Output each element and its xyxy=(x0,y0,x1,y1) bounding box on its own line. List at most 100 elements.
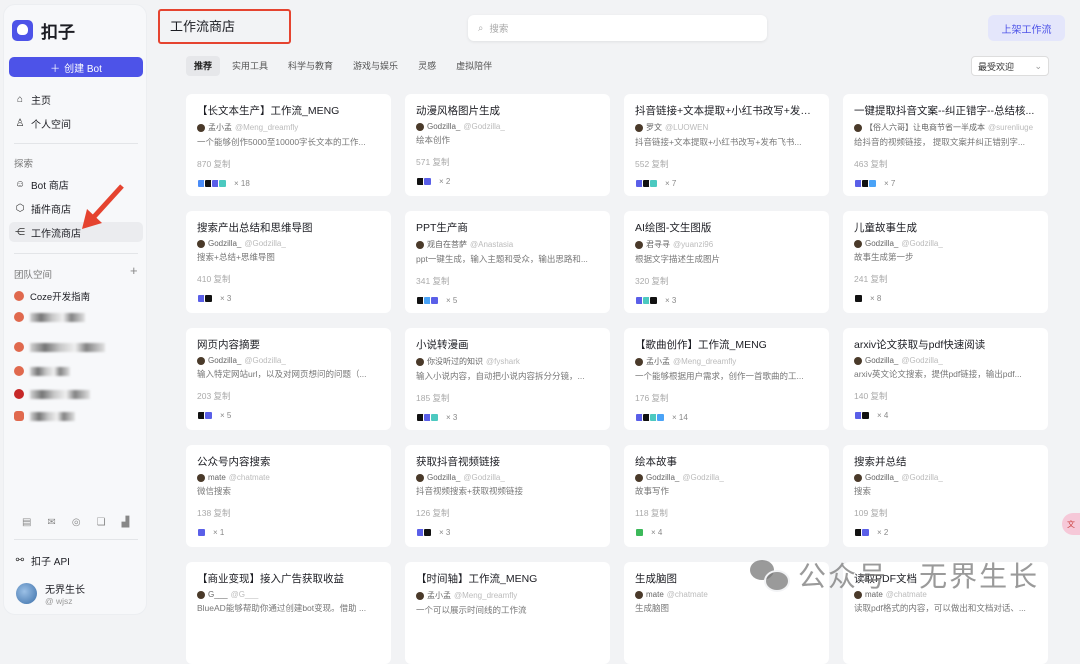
tool-icon xyxy=(649,296,658,305)
team-item-blurred[interactable] xyxy=(14,366,70,376)
team-item[interactable]: Coze开发指南 xyxy=(14,289,90,303)
tab-0[interactable]: 推荐 xyxy=(186,56,221,76)
author-handle: @Godzilla_ xyxy=(901,473,943,482)
workflow-card[interactable]: 网页内容摘要 Godzilla_ @Godzilla_ 输入特定网站url，以及对… xyxy=(186,328,391,430)
api-link[interactable]: ⚯ 扣子 API xyxy=(9,550,143,570)
annotation-arrow-icon xyxy=(82,184,124,229)
tool-list: × 3 xyxy=(197,294,380,303)
workflow-card[interactable]: 【时间轴】工作流_MENG 孟小孟 @Meng_dreamfly 一个可以展示时间… xyxy=(405,562,610,664)
search-input[interactable]: ⌕ 搜索 xyxy=(468,15,767,41)
sidebar-item-label: 个人空间 xyxy=(31,119,71,131)
tool-count: × 4 xyxy=(877,411,889,420)
card-title: 搜索并总结 xyxy=(854,456,907,468)
divider xyxy=(14,253,138,254)
team-item-blurred[interactable] xyxy=(14,342,105,352)
tool-list: × 2 xyxy=(416,177,599,186)
chat-icon[interactable]: ◎ xyxy=(72,517,81,528)
team-item-blurred[interactable] xyxy=(14,312,85,322)
card-description: 故事生成第一步 xyxy=(854,252,914,262)
card-title: 【时间轴】工作流_MENG xyxy=(416,573,538,585)
tool-icon xyxy=(656,413,665,422)
author-avatar xyxy=(635,240,643,249)
team-icon xyxy=(14,312,24,322)
workflow-card[interactable]: PPT生产商 观自在菩萨 @Anastasia ppt一键生成，输入主题和受众，输… xyxy=(405,211,610,313)
blurred-label xyxy=(30,312,85,322)
publish-workflow-button[interactable]: 上架工作流 xyxy=(988,15,1065,41)
sidebar: 扣子 ＋创建 Bot ⌂ 主页 ♙ 个人空间 探索 ☺ Bot 商店 ⬡ 插件商店 ⋲ 工… xyxy=(3,4,147,615)
tab-3[interactable]: 游戏与娱乐 xyxy=(345,56,406,76)
workflow-card[interactable]: 一键提取抖音文案--纠正错字--总结核... 【俗人六哥】让电商节省一半成本 @s… xyxy=(843,94,1048,196)
tab-1[interactable]: 实用工具 xyxy=(224,56,276,76)
author-handle: @Meng_dreamfly xyxy=(454,591,518,600)
community-icon[interactable]: ❏ xyxy=(97,517,106,528)
sidebar-item-label: Bot 商店 xyxy=(31,180,69,192)
copy-count: 185 复制 xyxy=(416,393,450,403)
card-description: 搜索+总结+思维导图 xyxy=(197,252,275,262)
workflow-card[interactable]: 搜索产出总结和思维导图 Godzilla_ @Godzilla_ 搜索+总结+思维… xyxy=(186,211,391,313)
tool-list: × 14 xyxy=(635,413,818,422)
workflow-card[interactable]: 绘本故事 Godzilla_ @Godzilla_ 故事写作 118 复制 × 4 xyxy=(624,445,829,547)
team-item-blurred[interactable] xyxy=(14,389,90,399)
team-item-blurred[interactable] xyxy=(14,411,75,421)
sidebar-item-home[interactable]: ⌂ 主页 xyxy=(9,89,143,109)
card-description: 抖音链接+文本提取+小红书改写+发布飞书... xyxy=(635,137,802,147)
copy-count: 203 复制 xyxy=(197,391,231,401)
author-handle: @Godzilla_ xyxy=(463,473,505,482)
copy-count: 870 复制 xyxy=(197,159,231,169)
chart-icon[interactable]: ▟ xyxy=(122,517,130,528)
workflow-card[interactable]: arxiv论文获取与pdf快速阅读 Godzilla_ @Godzilla_ ar… xyxy=(843,328,1048,430)
create-bot-button[interactable]: ＋创建 Bot xyxy=(9,57,143,77)
user-profile[interactable]: 无界生长 @ wjsz xyxy=(16,581,85,606)
workflow-card[interactable]: 【商业变现】接入广告获取收益 G___ @G___ BlueAD能够帮助你通过创建… xyxy=(186,562,391,664)
chevron-down-icon: ⌄ xyxy=(1034,60,1042,71)
author-avatar xyxy=(416,473,424,482)
author-name: 你没听过的知识 xyxy=(427,357,483,366)
author-name: Godzilla_ xyxy=(865,356,899,365)
link-icon: ⚯ xyxy=(15,554,25,566)
tool-icon xyxy=(218,179,227,188)
tool-icon xyxy=(868,179,877,188)
sidebar-item-personal[interactable]: ♙ 个人空间 xyxy=(9,113,143,133)
workflow-card[interactable]: 抖音链接+文本提取+小红书改写+发布... 罗文 @LUOWEN 抖音链接+文本提… xyxy=(624,94,829,196)
tool-list: × 2 xyxy=(854,528,1037,537)
card-description: 一个可以展示时间线的工作流 xyxy=(416,605,527,615)
docs-icon[interactable]: ▤ xyxy=(22,517,31,528)
add-team-icon[interactable]: + xyxy=(130,263,138,278)
card-title: 获取抖音视频链接 xyxy=(416,456,500,468)
author-handle: @Godzilla_ xyxy=(901,356,943,365)
workflow-card[interactable]: 动漫风格图片生成 Godzilla_ @Godzilla_ 绘本创作 571 复制… xyxy=(405,94,610,196)
author-handle: @Godzilla_ xyxy=(901,239,943,248)
copy-count: 126 复制 xyxy=(416,508,450,518)
tab-2[interactable]: 科学与教育 xyxy=(280,56,341,76)
workflow-card[interactable]: 获取抖音视频链接 Godzilla_ @Godzilla_ 抖音视频搜索+获取视频… xyxy=(405,445,610,547)
author-name: G___ xyxy=(208,590,228,599)
author-name: Godzilla_ xyxy=(646,473,680,482)
author-handle: @fyshark xyxy=(486,357,520,366)
tool-list: × 5 xyxy=(197,411,380,420)
tool-icon xyxy=(204,411,213,420)
author-avatar xyxy=(197,356,205,365)
workflow-card[interactable]: 儿童故事生成 Godzilla_ @Godzilla_ 故事生成第一步 241 复… xyxy=(843,211,1048,313)
search-placeholder: 搜索 xyxy=(489,24,509,35)
workflow-card[interactable]: 【长文本生产】工作流_MENG 孟小孟 @Meng_dreamfly 一个能够创作… xyxy=(186,94,391,196)
user-name: 无界生长 xyxy=(45,585,85,596)
author-avatar xyxy=(197,239,205,248)
divider xyxy=(14,539,138,540)
tab-4[interactable]: 灵感 xyxy=(410,56,444,76)
author-handle: @surenliuge xyxy=(988,123,1034,132)
mail-icon[interactable]: ✉ xyxy=(47,517,55,528)
sort-select[interactable]: 最受欢迎 ⌄ xyxy=(971,56,1049,76)
workflow-card[interactable]: 【歌曲创作】工作流_MENG 孟小孟 @Meng_dreamfly 一个能够根据用… xyxy=(624,328,829,430)
blurred-label xyxy=(30,342,105,352)
logo[interactable]: 扣子 xyxy=(12,18,75,43)
tab-5[interactable]: 虚拟陪伴 xyxy=(448,56,500,76)
workflow-card[interactable]: AI绘图-文生图版 君寻寻 @yuanzi96 根据文字描述生成图片 320 复制… xyxy=(624,211,829,313)
logo-text: 扣子 xyxy=(41,23,75,42)
workflow-card[interactable]: 公众号内容搜索 mate @chatmate 微信搜索 138 复制 × 1 xyxy=(186,445,391,547)
workflow-card[interactable]: 小说转漫画 你没听过的知识 @fyshark 输入小说内容，自动把小说内容拆分分镜… xyxy=(405,328,610,430)
explore-heading: 探索 xyxy=(14,159,34,170)
author-avatar xyxy=(635,357,643,366)
workflow-card[interactable]: 搜索并总结 Godzilla_ @Godzilla_ 搜索 109 复制 × 2 xyxy=(843,445,1048,547)
translate-float-button[interactable]: 文 xyxy=(1062,513,1080,535)
copy-count: 140 复制 xyxy=(854,391,888,401)
